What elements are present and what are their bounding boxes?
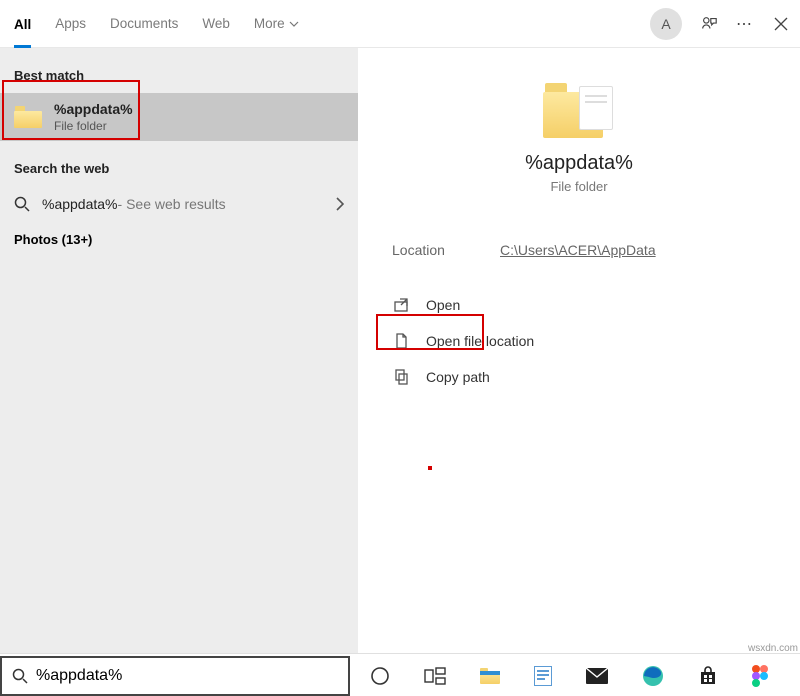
taskbar-search-input[interactable] bbox=[28, 667, 338, 685]
search-scope-tabs: All Apps Documents Web More A ⋯ bbox=[0, 0, 800, 48]
action-open-file-location[interactable]: Open file location bbox=[382, 324, 776, 358]
preview-panel: %appdata% File folder Location C:\Users\… bbox=[358, 48, 800, 653]
file-explorer-icon[interactable] bbox=[480, 665, 500, 687]
mail-icon[interactable] bbox=[586, 665, 608, 687]
location-path[interactable]: C:\Users\ACER\AppData bbox=[500, 242, 656, 258]
search-icon bbox=[12, 668, 28, 684]
tab-web[interactable]: Web bbox=[202, 0, 230, 47]
wordpad-icon[interactable] bbox=[534, 665, 552, 687]
location-label: Location bbox=[392, 242, 500, 258]
taskbar-search-box[interactable] bbox=[0, 656, 350, 696]
feedback-icon[interactable] bbox=[700, 15, 718, 33]
store-icon[interactable] bbox=[698, 665, 718, 687]
cortana-icon[interactable] bbox=[370, 665, 390, 687]
action-open-location-label: Open file location bbox=[426, 333, 534, 349]
folder-icon bbox=[14, 106, 42, 128]
tab-more[interactable]: More bbox=[254, 0, 299, 47]
result-title: %appdata% bbox=[54, 101, 133, 117]
action-copy-path[interactable]: Copy path bbox=[382, 360, 776, 394]
tab-apps[interactable]: Apps bbox=[55, 0, 86, 47]
section-search-web: Search the web bbox=[0, 155, 358, 186]
section-best-match: Best match bbox=[0, 62, 358, 93]
preview-title: %appdata% bbox=[525, 152, 633, 175]
chevron-right-icon bbox=[336, 197, 344, 211]
taskbar bbox=[350, 656, 800, 696]
open-icon bbox=[392, 296, 410, 314]
close-icon[interactable] bbox=[772, 15, 790, 33]
watermark: wsxdn.com bbox=[748, 643, 798, 654]
result-best-match[interactable]: %appdata% File folder bbox=[0, 93, 358, 141]
highlight-dot bbox=[428, 466, 432, 470]
action-open-label: Open bbox=[426, 297, 460, 313]
tab-documents[interactable]: Documents bbox=[110, 0, 178, 47]
section-photos[interactable]: Photos (13+) bbox=[0, 222, 358, 257]
result-web-search[interactable]: %appdata% - See web results bbox=[0, 186, 358, 222]
search-icon bbox=[14, 196, 30, 212]
copy-icon bbox=[392, 368, 410, 386]
file-location-icon bbox=[392, 332, 410, 350]
action-copy-path-label: Copy path bbox=[426, 369, 490, 385]
action-open[interactable]: Open bbox=[382, 288, 776, 322]
figma-icon[interactable] bbox=[752, 665, 768, 687]
web-result-query: %appdata% bbox=[42, 196, 118, 212]
folder-large-icon bbox=[543, 80, 615, 138]
web-result-suffix: - See web results bbox=[118, 196, 226, 212]
tab-all[interactable]: All bbox=[14, 1, 31, 48]
user-avatar[interactable]: A bbox=[650, 8, 682, 40]
task-view-icon[interactable] bbox=[424, 665, 446, 687]
tab-more-label: More bbox=[254, 16, 285, 31]
preview-subtitle: File folder bbox=[550, 179, 607, 194]
edge-icon[interactable] bbox=[642, 665, 664, 687]
results-panel: Best match %appdata% File folder Search … bbox=[0, 48, 358, 653]
chevron-down-icon bbox=[289, 21, 299, 27]
more-options-icon[interactable]: ⋯ bbox=[736, 15, 754, 33]
result-subtitle: File folder bbox=[54, 119, 133, 133]
